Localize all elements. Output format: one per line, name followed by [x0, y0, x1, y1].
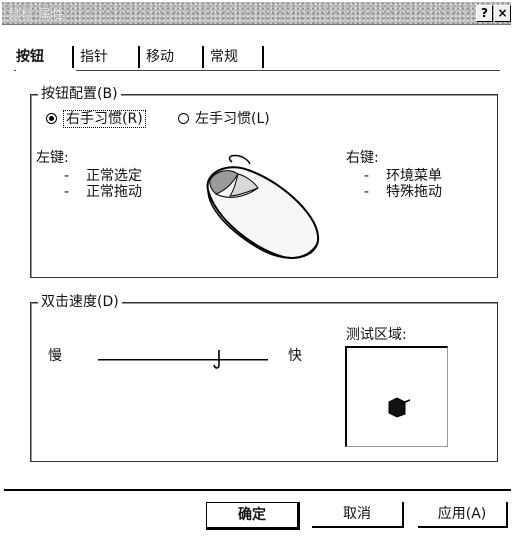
button-config-title: 按钮配置(B) [38, 86, 121, 102]
apply-button[interactable]: 应用(A) [418, 502, 508, 528]
double-click-slider[interactable] [98, 359, 268, 361]
title-bar[interactable]: 鼠标 属性 ? × [2, 2, 511, 25]
tab-general[interactable]: 常规 [202, 46, 262, 68]
left-handed-radio[interactable]: 左手习惯(L) [178, 110, 270, 128]
right-handed-radio[interactable]: 右手习惯(R) [46, 110, 146, 128]
tab-pointers[interactable]: 指针 [72, 46, 132, 68]
ok-button[interactable]: 确定 [206, 502, 300, 530]
tab-strip-end [262, 46, 268, 68]
tab-buttons[interactable]: 按钮 [10, 46, 64, 68]
close-icon[interactable]: × [494, 5, 511, 22]
jack-in-box-icon[interactable] [387, 396, 413, 418]
right-button-item: - 特殊拖动 [364, 184, 442, 200]
slow-label: 慢 [48, 348, 62, 364]
tab-label: 常规 [210, 49, 238, 65]
tab-label: 移动 [146, 49, 174, 65]
help-icon[interactable]: ? [476, 5, 493, 22]
cancel-button[interactable]: 取消 [312, 502, 404, 528]
left-button-item: - 正常选定 [64, 168, 142, 184]
radio-selected-icon [46, 112, 57, 124]
tab-label: 指针 [80, 49, 108, 65]
fast-label: 快 [288, 348, 302, 364]
left-button-item: - 正常拖动 [64, 184, 142, 200]
right-button-heading: 右键: [346, 150, 379, 166]
left-button-heading: 左键: [36, 150, 69, 166]
window-title: 鼠标 属性 [8, 7, 65, 21]
test-area[interactable] [345, 346, 448, 447]
slider-thumb-icon[interactable] [213, 349, 223, 371]
tab-motion[interactable]: 移动 [138, 46, 198, 68]
active-tab-gap [16, 69, 76, 72]
radio-unselected-icon [178, 112, 189, 124]
double-click-title: 双击速度(D) [38, 294, 122, 310]
tab-panel-border [14, 70, 500, 71]
tab-label: 按钮 [16, 49, 44, 65]
right-handed-label: 右手习惯(R) [63, 110, 146, 128]
right-button-item: - 环境菜单 [364, 168, 442, 184]
mouse-properties-dialog: 鼠标 属性 ? × 按钮 指针 移动 常规 按钮配置(B) 右手习惯(R) 左手… [0, 0, 515, 540]
left-handed-label: 左手习惯(L) [195, 111, 270, 127]
dialog-button-separator [4, 489, 511, 491]
mouse-icon [206, 154, 320, 259]
test-area-label: 测试区域: [346, 327, 407, 343]
